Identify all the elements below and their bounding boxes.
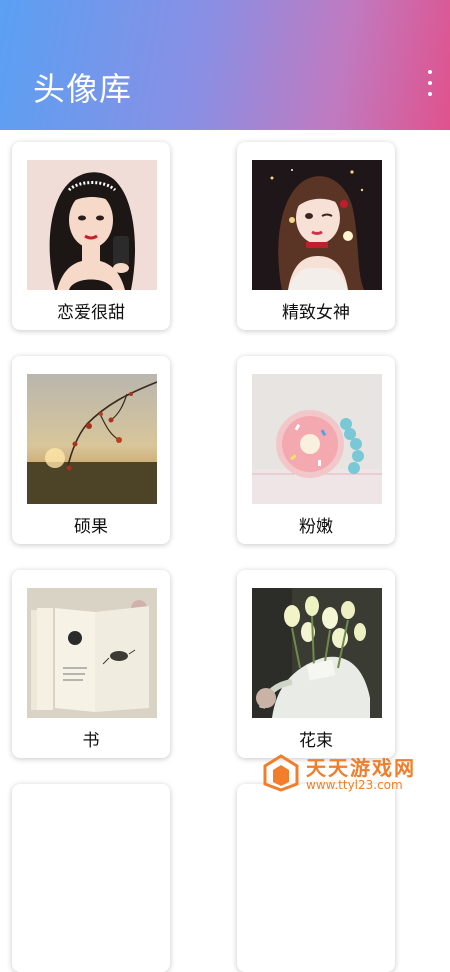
category-thumbnail — [27, 588, 157, 718]
app-header: 头像库 — [0, 0, 450, 130]
category-card[interactable]: 粉嫩 — [237, 356, 395, 544]
watermark-brand: 天天游戏网 — [306, 756, 416, 780]
category-label: 粉嫩 — [299, 517, 333, 537]
category-card[interactable] — [12, 784, 170, 972]
avatar-category-grid: 恋爱很甜 精致女神 硕果 粉嫩 书 花束 — [0, 130, 450, 972]
category-label: 恋爱很甜 — [57, 303, 125, 323]
watermark-logo-icon — [263, 754, 299, 792]
more-vertical-icon[interactable] — [424, 70, 436, 96]
category-thumbnail — [252, 374, 382, 504]
category-thumbnail — [252, 588, 382, 718]
watermark-url: www.ttyl23.com — [306, 778, 403, 792]
category-card[interactable]: 花束 — [237, 570, 395, 758]
category-label: 精致女神 — [282, 303, 350, 323]
category-card[interactable]: 恋爱很甜 — [12, 142, 170, 330]
category-label: 书 — [82, 731, 100, 751]
category-card[interactable]: 精致女神 — [237, 142, 395, 330]
category-card[interactable]: 书 — [12, 570, 170, 758]
site-watermark: 天天游戏网 www.ttyl23.com — [262, 752, 422, 794]
category-thumbnail — [252, 160, 382, 290]
category-label: 花束 — [299, 731, 333, 751]
category-label: 硕果 — [74, 517, 108, 537]
category-thumbnail — [27, 160, 157, 290]
page-title: 头像库 — [33, 70, 133, 108]
category-thumbnail — [27, 374, 157, 504]
category-card[interactable]: 硕果 — [12, 356, 170, 544]
category-card[interactable] — [237, 784, 395, 972]
